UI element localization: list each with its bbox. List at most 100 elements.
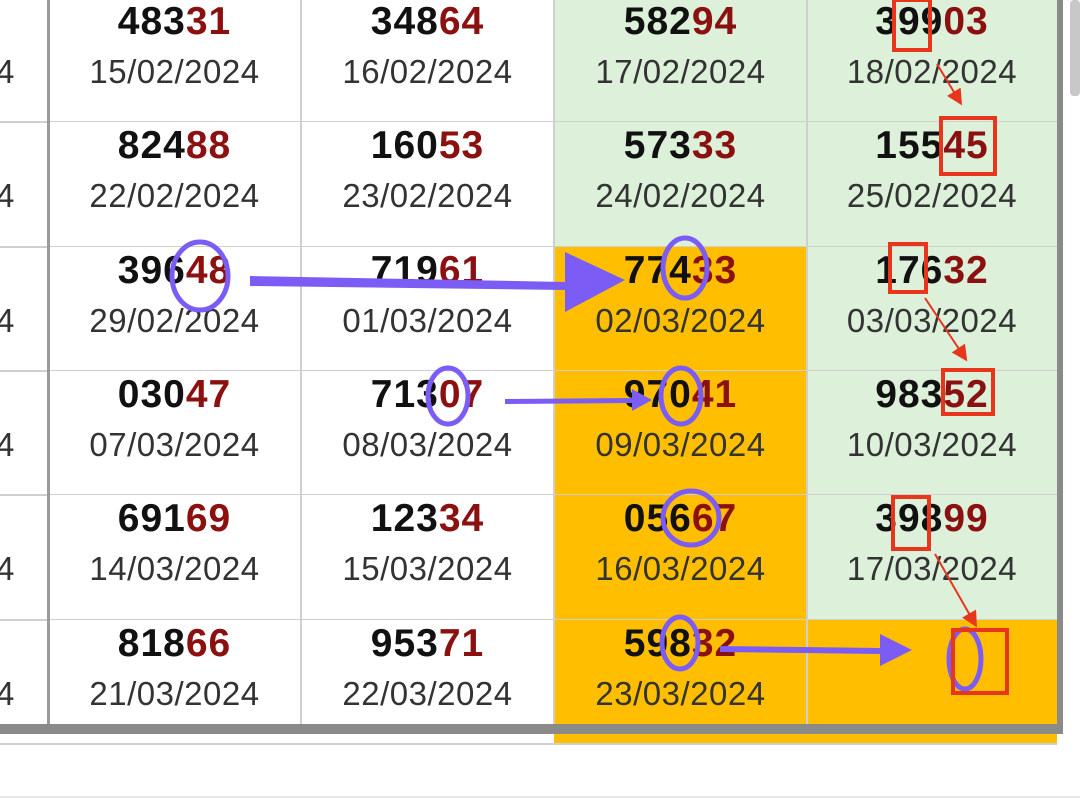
result-number: 81866 [48, 622, 301, 666]
result-cell: 58294 17/02/2024 [554, 0, 807, 122]
result-number: 71961 [301, 249, 554, 293]
result-number: 12334 [301, 497, 554, 541]
result-number: 03047 [48, 373, 301, 417]
number-lead-digits: 160 [370, 124, 439, 167]
number-tail-digits: 34 [438, 497, 485, 540]
result-number: 16053 [301, 124, 554, 168]
result-number: 48331 [48, 0, 301, 44]
number-tail-digits: 33 [691, 249, 738, 292]
result-number: 39903 [807, 0, 1057, 44]
result-number: 82488 [48, 124, 301, 168]
result-cell: 71307 08/03/2024 [301, 371, 554, 495]
row-divider [0, 743, 1057, 745]
left-column-digit: 4 [0, 675, 15, 712]
number-tail-digits: 53 [438, 124, 485, 167]
number-lead-digits: 582 [623, 0, 692, 43]
number-lead-digits: 056 [623, 497, 692, 540]
number-tail-digits: 48 [185, 249, 232, 292]
result-date: 03/03/2024 [846, 302, 1018, 339]
left-column-digit: 4 [0, 177, 15, 214]
column-divider [300, 0, 302, 726]
number-lead-digits: 030 [117, 373, 186, 416]
result-number: 71307 [301, 373, 554, 417]
result-number: 95371 [301, 622, 554, 666]
result-date: 25/02/2024 [846, 177, 1018, 214]
result-cell: 97041 09/03/2024 [554, 371, 807, 495]
result-number: 69169 [48, 497, 301, 541]
number-tail-digits: 61 [438, 249, 485, 292]
result-number: 39899 [807, 497, 1057, 541]
result-date: 14/03/2024 [89, 550, 260, 587]
result-date: 07/03/2024 [89, 426, 260, 463]
result-date: 01/03/2024 [342, 302, 513, 339]
result-date: 16/02/2024 [342, 53, 513, 90]
result-date: 15/02/2024 [89, 53, 260, 90]
result-date: 22/03/2024 [342, 675, 513, 712]
left-column-fragment: 4 [0, 495, 16, 620]
result-cell: 39903 18/02/2024 [807, 0, 1057, 122]
number-lead-digits: 176 [875, 249, 944, 292]
result-date: 24/02/2024 [595, 177, 766, 214]
left-column-digit: 4 [0, 426, 15, 463]
result-cell: 57333 24/02/2024 [554, 122, 807, 247]
number-lead-digits: 155 [875, 124, 944, 167]
number-lead-digits: 818 [117, 622, 186, 665]
result-date: 18/02/2024 [846, 53, 1018, 90]
result-cell: 71961 01/03/2024 [301, 247, 554, 371]
number-lead-digits: 598 [623, 622, 692, 665]
number-tail-digits: 47 [185, 373, 232, 416]
result-number: 57333 [554, 124, 807, 168]
result-cell: 39648 29/02/2024 [48, 247, 301, 371]
number-tail-digits: 03 [943, 0, 989, 43]
result-number: 59832 [554, 622, 807, 666]
left-column-fragment: 4 [0, 247, 16, 371]
number-tail-digits: 07 [438, 373, 485, 416]
left-column-digit: 4 [0, 302, 15, 339]
number-tail-digits: 69 [185, 497, 232, 540]
table-bottom-border [0, 724, 1062, 734]
number-lead-digits: 953 [370, 622, 439, 665]
result-cell: 39899 17/03/2024 [807, 495, 1057, 620]
number-lead-digits: 983 [875, 373, 944, 416]
number-tail-digits: 99 [943, 497, 989, 540]
result-number: 34864 [301, 0, 554, 44]
left-column-fragment: 4 [0, 122, 16, 247]
number-tail-digits: 66 [185, 622, 232, 665]
result-cell: 05667 16/03/2024 [554, 495, 807, 620]
number-lead-digits: 691 [117, 497, 186, 540]
number-lead-digits: 123 [370, 497, 439, 540]
result-date: 23/03/2024 [595, 675, 766, 712]
result-cell: 69169 14/03/2024 [48, 495, 301, 620]
result-date: 17/02/2024 [595, 53, 766, 90]
number-tail-digits: 45 [943, 124, 989, 167]
number-tail-digits: 94 [691, 0, 738, 43]
number-lead-digits: 970 [623, 373, 692, 416]
left-column-fragment: 4 [0, 371, 16, 495]
result-date: 16/03/2024 [595, 550, 766, 587]
number-tail-digits: 67 [691, 497, 738, 540]
result-cell: 34864 16/02/2024 [301, 0, 554, 122]
result-date: 15/03/2024 [342, 550, 513, 587]
number-tail-digits: 64 [438, 0, 485, 43]
number-lead-digits: 348 [370, 0, 439, 43]
result-cell: 98352 10/03/2024 [807, 371, 1057, 495]
result-date: 17/03/2024 [846, 550, 1018, 587]
result-number: 15545 [807, 124, 1057, 168]
result-number: 58294 [554, 0, 807, 44]
left-column-digit: 4 [0, 53, 15, 90]
result-cell: 12334 15/03/2024 [301, 495, 554, 620]
scrollbar-thumb[interactable] [1070, 0, 1080, 96]
number-lead-digits: 719 [370, 249, 439, 292]
number-tail-digits: 32 [943, 249, 989, 292]
number-lead-digits: 396 [117, 249, 186, 292]
number-lead-digits: 573 [623, 124, 692, 167]
number-tail-digits: 33 [691, 124, 738, 167]
number-lead-digits: 774 [623, 249, 692, 292]
left-column-digit: 4 [0, 550, 15, 587]
number-lead-digits: 398 [875, 497, 944, 540]
number-tail-digits: 32 [691, 622, 738, 665]
result-cell: 77433 02/03/2024 [554, 247, 807, 371]
result-number: 05667 [554, 497, 807, 541]
result-number: 17632 [807, 249, 1057, 293]
result-cell: 16053 23/02/2024 [301, 122, 554, 247]
